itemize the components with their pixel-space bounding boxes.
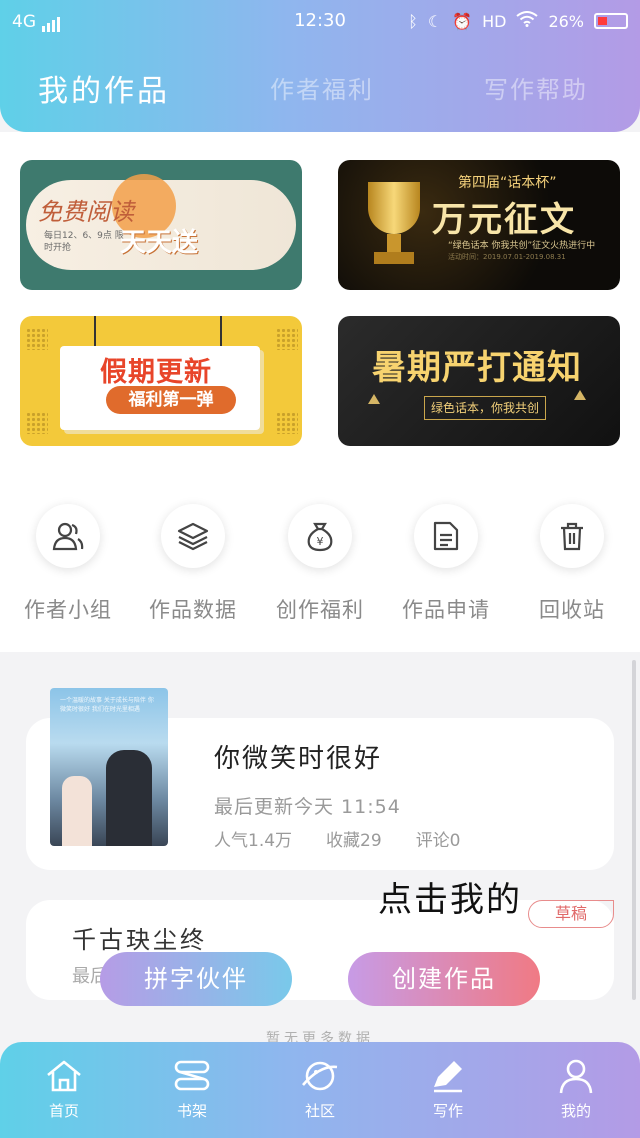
home-icon [16,1054,112,1098]
banner-subtitle: 福利第一弹 [106,386,236,414]
trophy-stem [387,234,401,252]
triangle-decoration [368,394,380,404]
func-label: 作品申请 [402,598,490,622]
func-label: 作者小组 [24,598,112,622]
nav-bookshelf[interactable]: 书架 [144,1054,240,1121]
tab-writing-help[interactable]: 写作帮助 [484,70,588,105]
work-updated: 最后更新今天 11:54 [214,796,401,818]
cover-figure [62,776,92,846]
battery-percent: 26% [548,11,584,31]
cover-text: 一个温暖的故事 关于成长与陪伴 你微笑时很好 我们在时光里相遇 [60,697,154,713]
scrollbar[interactable] [632,660,636,1000]
nav-community[interactable]: 社区 [272,1054,368,1121]
user-icon [528,1054,624,1098]
func-work-data[interactable]: 作品数据 [129,504,257,624]
func-label: 作品数据 [149,598,237,622]
dots-decoration [26,412,48,434]
header: 4G 12:30 ᛒ ☾ ⏰ HD 26% 我的作品 作者福利 写作帮助 [0,0,640,132]
banner-holiday-update[interactable]: 假期更新 福利第一弹 [20,316,302,446]
planet-icon [272,1054,368,1098]
handwritten-annotation: 点击我的 [378,880,522,920]
document-icon [414,504,478,568]
banner-title: 暑期严打通知 [372,348,582,388]
banner-title: 万元征文 [432,200,576,240]
tab-author-welfare[interactable]: 作者福利 [270,70,374,105]
nav-label: 书架 [176,1102,207,1120]
work-comments: 评论0 [415,831,461,851]
work-title: 千古玦尘终 [72,926,207,954]
trash-icon [540,504,604,568]
nav-home[interactable]: 首页 [16,1054,112,1121]
money-bag-icon: ¥ [288,504,352,568]
status-bar: 4G 12:30 ᛒ ☾ ⏰ HD 26% [0,0,640,44]
pen-icon [400,1054,496,1098]
wifi-icon [516,11,539,31]
layers-icon [161,504,225,568]
moon-icon: ☾ [427,11,443,31]
banner-title: 假期更新 [100,357,212,388]
banner-fine-print: 活动时间：2019.07.01-2019.08.31 [448,253,566,261]
dots-decoration [276,412,298,434]
work-title: 你微笑时很好 [214,744,383,774]
banner-summer-notice[interactable]: 暑期严打通知 绿色话本，你我共创 [338,316,620,446]
svg-text:¥: ¥ [317,535,324,548]
users-icon [36,504,100,568]
banner-subtitle: “绿色话本 你我共创”征文火热进行中 [448,241,596,251]
banner-free-reading[interactable]: 免费阅读 每日12、6、9点 限时开抢 天天送 [20,160,302,290]
trophy-base [374,252,414,264]
banner-subtitle: 绿色话本，你我共创 [424,396,546,420]
work-stats: 人气1.4万 收藏29 评论0 [214,826,461,851]
battery-icon [594,13,628,29]
hd-label: HD [482,11,507,31]
tab-my-works[interactable]: 我的作品 [38,66,170,110]
func-author-group[interactable]: 作者小组 [4,504,132,624]
nav-write[interactable]: 写作 [400,1054,496,1121]
top-tabs: 我的作品 作者福利 写作帮助 [0,70,640,110]
alarm-icon: ⏰ [452,11,473,31]
func-label: 创作福利 [276,598,364,622]
func-creation-welfare[interactable]: ¥ 创作福利 [256,504,384,624]
partner-button[interactable]: 拼字伙伴 [100,952,292,1006]
cover-figure [106,750,152,846]
func-work-application[interactable]: 作品申请 [382,504,510,624]
nav-mine[interactable]: 我的 [528,1054,624,1121]
bluetooth-icon: ᛒ [408,11,418,31]
banner-subtitle: 天天送 [120,228,199,258]
draft-badge: 草稿 [528,900,614,928]
banner-essay-contest[interactable]: 第四届“话本杯” 万元征文 “绿色话本 你我共创”征文火热进行中 活动时间：20… [338,160,620,290]
bookshelf-icon [144,1054,240,1098]
nav-label: 我的 [560,1102,591,1120]
trophy-icon [368,182,420,234]
book-cover[interactable]: 一个温暖的故事 关于成长与陪伴 你微笑时很好 我们在时光里相遇 [50,688,168,846]
func-recycle-bin[interactable]: 回收站 [508,504,636,624]
nav-label: 首页 [48,1102,79,1120]
dots-decoration [276,328,298,350]
work-popularity: 人气1.4万 [214,831,293,851]
main-content: 免费阅读 每日12、6、9点 限时开抢 天天送 第四届“话本杯” 万元征文 “绿… [0,132,640,652]
banner-top-text: 第四届“话本杯” [458,175,557,191]
func-label: 回收站 [539,598,605,622]
create-work-button[interactable]: 创建作品 [348,952,540,1006]
triangle-decoration [574,390,586,400]
nav-label: 写作 [432,1102,463,1120]
dots-decoration [26,328,48,350]
work-favorites: 收藏29 [326,831,382,851]
banner-note: 每日12、6、9点 限时开抢 [44,231,124,253]
nav-label: 社区 [304,1102,335,1120]
bottom-nav: 首页 书架 社区 写作 我的 [0,1042,640,1138]
